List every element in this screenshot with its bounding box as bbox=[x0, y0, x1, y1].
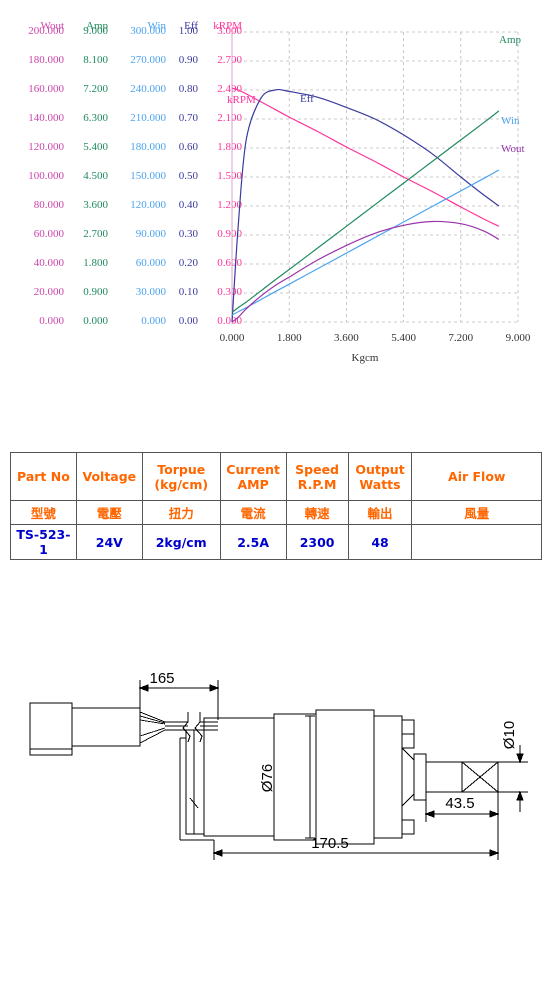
x-tick-label: 3.600 bbox=[334, 332, 359, 344]
header-air-flow: Air Flow bbox=[411, 452, 542, 501]
x-tick-label: 0.000 bbox=[219, 332, 245, 344]
x-tick-label: 5.400 bbox=[391, 332, 416, 344]
chart-curves bbox=[231, 87, 500, 323]
header-cn-speed: 轉速 bbox=[285, 500, 349, 525]
output-shaft bbox=[425, 761, 499, 793]
cable-wires bbox=[139, 711, 166, 744]
performance-chart: Wout Amp Win Eff kRPM 200.000 180.000 160.… bbox=[0, 0, 550, 380]
header-part-no: Part No bbox=[10, 452, 77, 501]
x-tick-label: 9.000 bbox=[505, 332, 531, 344]
chart-gridlines bbox=[231, 31, 519, 323]
header-voltage: Voltage bbox=[75, 452, 143, 501]
table-row-headers-en: Part No Voltage Torpue (kg/cm) Current AMP… bbox=[10, 452, 542, 501]
curve-label-win: Win bbox=[501, 115, 520, 127]
table-row-values: TS-523-1 24V 2kg/cm 2.5A 2300 48 bbox=[10, 524, 542, 560]
curve-label-krpm: kRPM bbox=[227, 94, 256, 106]
value-torque: 2kg/cm bbox=[141, 524, 221, 560]
x-axis-title: Kgcm bbox=[351, 352, 379, 364]
x-tick-label: 1.800 bbox=[276, 332, 302, 344]
motor-rear-cover bbox=[179, 729, 214, 841]
curve-amp bbox=[231, 110, 500, 313]
specification-table: Part No Voltage Torpue (kg/cm) Current AMP… bbox=[10, 452, 542, 560]
header-current: Current AMP bbox=[219, 452, 287, 501]
dimension-text-shaft-length: 43.5 bbox=[445, 795, 474, 812]
header-cn-voltage: 電壓 bbox=[75, 500, 143, 525]
value-current: 2.5A bbox=[219, 524, 287, 560]
dimension-text-shaft-diameter: Ø10 bbox=[501, 721, 518, 749]
curve-label-amp: Amp bbox=[499, 34, 521, 46]
header-cn-torque: 扭力 bbox=[141, 500, 221, 525]
curve-label-wout: Wout bbox=[501, 143, 525, 155]
motor-body-section-3 bbox=[315, 709, 375, 845]
drawing-canvas: 165 Ø76 Ø10 43.5 170.5 bbox=[29, 670, 528, 860]
motor-dimension-drawing: 165 Ø76 Ø10 43.5 170.5 bbox=[0, 650, 550, 900]
table-row-headers-cn: 型號 電壓 扭力 電流 轉速 輸出 風量 bbox=[10, 500, 542, 525]
header-speed: Speed R.P.M bbox=[285, 452, 349, 501]
header-output: Output Watts bbox=[347, 452, 413, 501]
header-cn-air-flow: 風量 bbox=[411, 500, 542, 525]
cable-body bbox=[165, 712, 218, 743]
dimension-text-body-diameter: Ø76 bbox=[259, 764, 276, 792]
value-output: 48 bbox=[347, 524, 413, 560]
value-air-flow bbox=[411, 524, 542, 560]
value-voltage: 24V bbox=[75, 524, 143, 560]
chart-canvas bbox=[231, 31, 519, 323]
connector-plug bbox=[29, 702, 141, 756]
product-datasheet-page: Wout Amp Win Eff kRPM 200.000 180.000 160.… bbox=[0, 0, 550, 1000]
header-cn-output: 輸出 bbox=[347, 500, 413, 525]
gearbox-collar bbox=[373, 715, 403, 839]
dimension-shaft-diameter bbox=[498, 745, 528, 812]
dimension-body-diameter bbox=[305, 715, 315, 839]
dimension-text-165: 165 bbox=[149, 670, 174, 687]
header-cn-current: 電流 bbox=[219, 500, 287, 525]
header-torque: Torpue (kg/cm) bbox=[141, 452, 221, 501]
front-bell bbox=[401, 747, 427, 807]
mounting-tabs bbox=[401, 719, 415, 835]
curve-krpm bbox=[231, 87, 500, 227]
value-speed: 2300 bbox=[285, 524, 349, 560]
curve-label-eff: Eff bbox=[300, 93, 314, 105]
value-part-no: TS-523-1 bbox=[10, 524, 77, 560]
dimension-text-overall-length: 170.5 bbox=[311, 835, 349, 852]
x-tick-label: 7.200 bbox=[448, 332, 474, 344]
curve-wout bbox=[231, 220, 500, 323]
header-cn-part-no: 型號 bbox=[10, 500, 77, 525]
